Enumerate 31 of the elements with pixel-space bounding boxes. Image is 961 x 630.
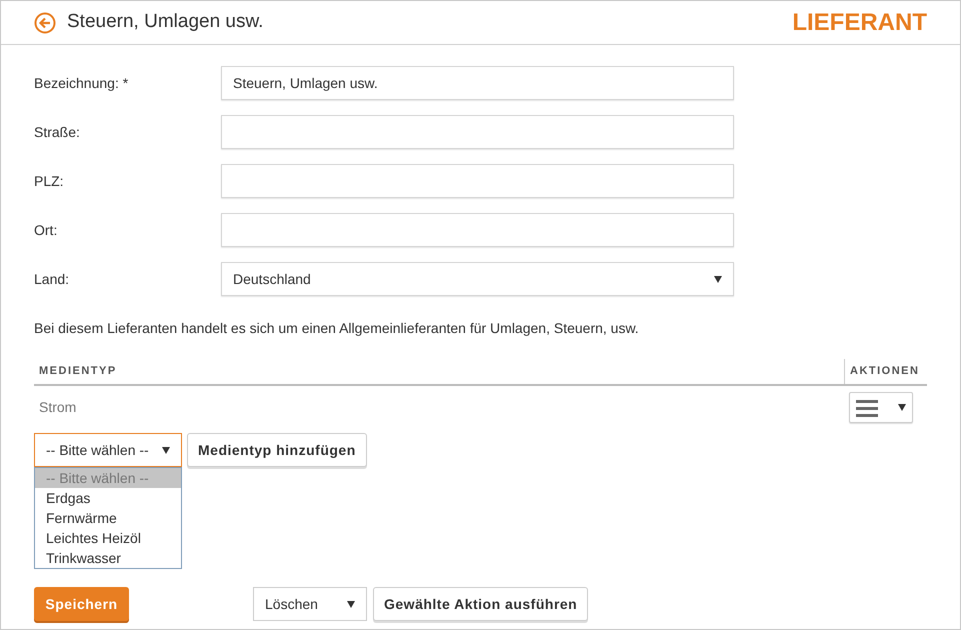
input-field[interactable] (221, 115, 734, 149)
add-media-type-button[interactable]: Medientyp hinzufügen (187, 433, 367, 467)
country-select[interactable]: Deutschland (221, 262, 734, 296)
column-header: AKTIONEN (850, 364, 920, 380)
field-label: Straße: (34, 122, 81, 142)
actions-menu-button[interactable] (849, 392, 913, 423)
dropdown-option[interactable]: Fernwärme (35, 508, 181, 528)
input-field[interactable]: Steuern, Umlagen usw. (221, 66, 734, 100)
table-cell-text: Strom (39, 398, 76, 417)
input-field[interactable] (221, 213, 734, 247)
info-text: Bei diesem Lieferanten handelt es sich um einen Allgemeinlieferanten für Umlagen, Steuern, usw. (34, 319, 639, 338)
caret-icon (714, 276, 722, 282)
field-label: Land: (34, 270, 70, 288)
action-select[interactable]: Löschen (253, 587, 367, 621)
dropdown-option[interactable]: Leichtes Heizöl (35, 528, 181, 548)
caret-icon (347, 600, 355, 608)
menu-icon (856, 398, 878, 416)
field-label: PLZ: (34, 172, 65, 190)
caret-icon (162, 446, 170, 454)
column-header: MEDIENTYP (38, 364, 117, 380)
dropdown-option[interactable]: Trinkwasser (35, 548, 181, 568)
dropdown-option[interactable]: Erdgas (35, 488, 181, 508)
page-title: Steuern, Umlagen usw. (67, 10, 264, 34)
back-icon[interactable] (34, 12, 56, 34)
field-label: Bezeichnung: * (34, 74, 130, 93)
run-action-button[interactable]: Gewählte Aktion ausführen (373, 587, 588, 621)
caret-icon (898, 404, 906, 411)
media-type-select[interactable]: -- Bitte wählen -- (34, 433, 182, 467)
input-field[interactable] (221, 164, 734, 198)
section-title: LIEFERANT (792, 8, 927, 38)
field-label: Ort: (34, 220, 58, 240)
